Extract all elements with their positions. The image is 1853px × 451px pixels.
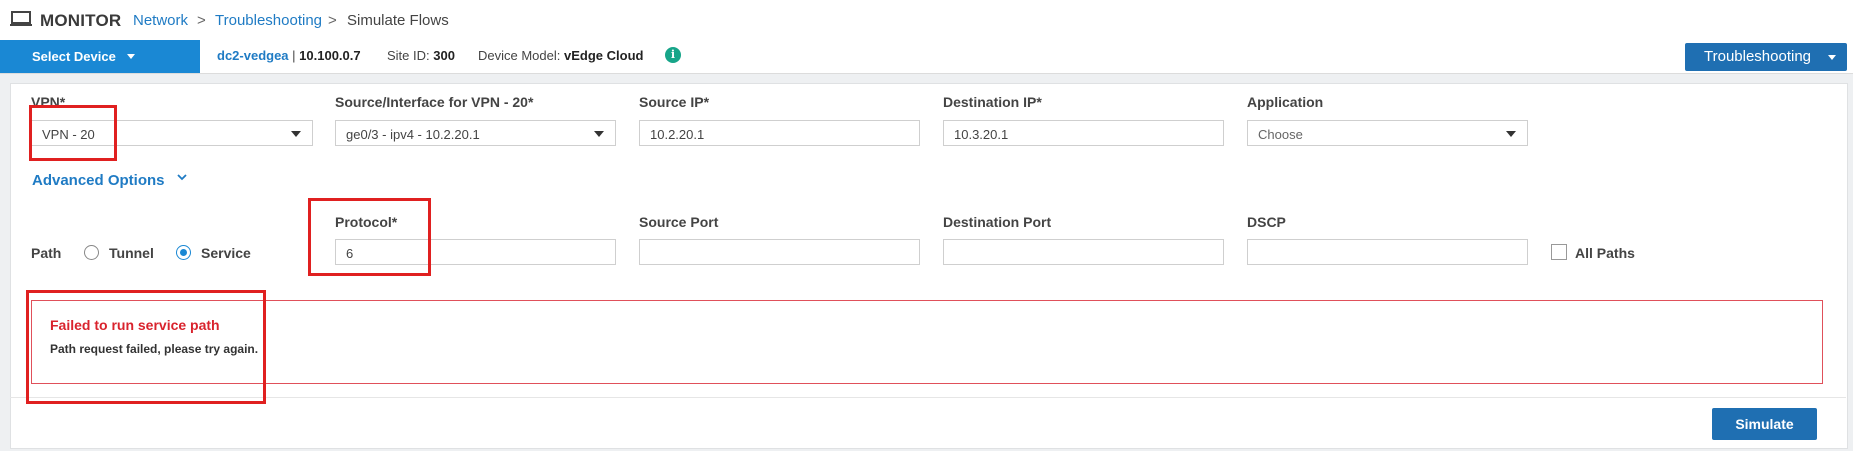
site-id-label: Site ID: [387,48,430,63]
advanced-options-toggle[interactable]: Advanced Options [32,172,165,189]
source-interface-select[interactable]: ge0/3 - ipv4 - 10.2.20.1 [335,120,616,146]
troubleshooting-label: Troubleshooting [1704,48,1812,65]
all-paths-label[interactable]: All Paths [1575,245,1635,261]
vpn-select[interactable]: VPN - 20 [31,120,313,146]
dropdown-caret-icon [1506,131,1516,137]
destination-ip-value: 10.3.20.1 [954,127,1009,142]
breadcrumb-network[interactable]: Network [133,12,188,29]
path-tunnel-radio[interactable] [84,245,99,260]
breadcrumb-troubleshooting[interactable]: Troubleshooting [215,12,322,29]
path-service-label[interactable]: Service [201,245,251,261]
source-interface-label: Source/Interface for VPN - 20* [335,94,534,110]
dropdown-caret-icon [291,131,301,137]
source-port-label: Source Port [639,214,719,230]
top-bar: MONITOR Network > Troubleshooting > Simu… [0,0,1853,41]
source-port-input[interactable] [639,239,920,265]
vpn-select-value: VPN - 20 [42,127,95,142]
destination-ip-label: Destination IP* [943,94,1042,110]
device-ip: 10.100.0.7 [299,48,361,63]
dscp-label: DSCP [1247,214,1286,230]
destination-port-input[interactable] [943,239,1224,265]
select-device-label: Select Device [32,49,116,64]
vpn-label: VPN* [31,94,66,110]
path-tunnel-label[interactable]: Tunnel [109,245,154,261]
path-service-radio[interactable] [176,245,191,260]
protocol-label: Protocol* [335,214,398,230]
error-message: Path request failed, please try again. [50,342,259,356]
source-ip-label: Source IP* [639,94,710,110]
all-paths-checkbox[interactable] [1551,244,1567,260]
device-model-value: vEdge Cloud [564,48,644,63]
monitor-icon [10,11,32,26]
footer-divider [10,397,1846,398]
application-select[interactable]: Choose [1247,120,1528,146]
source-interface-value: ge0/3 - ipv4 - 10.2.20.1 [346,127,480,142]
application-label: Application [1247,94,1324,110]
device-model-label: Device Model: [478,48,561,63]
source-ip-value: 10.2.20.1 [650,127,705,142]
troubleshooting-dropdown-button[interactable]: Troubleshooting [1685,43,1847,71]
chevron-down-icon [127,54,135,59]
section-title: MONITOR [40,11,122,30]
breadcrumb-separator: > [197,12,206,29]
device-hostname-link[interactable]: dc2-vedgea [217,48,289,63]
select-device-button[interactable]: Select Device [0,40,200,73]
destination-ip-input[interactable]: 10.3.20.1 [943,120,1224,146]
device-bar: Select Device dc2-vedgea | 10.100.0.7 Si… [0,40,1853,74]
breadcrumb-separator: > [328,12,337,29]
protocol-input[interactable]: 6 [335,239,616,265]
dropdown-caret-icon [594,131,604,137]
simulate-button[interactable]: Simulate [1712,408,1817,440]
dscp-input[interactable] [1247,239,1528,265]
source-ip-input[interactable]: 10.2.20.1 [639,120,920,146]
application-select-value: Choose [1258,127,1303,142]
error-alert [31,300,1823,384]
site-id-value: 300 [433,48,455,63]
breadcrumb-current: Simulate Flows [347,12,449,29]
chevron-down-icon[interactable] [177,172,187,182]
destination-port-label: Destination Port [943,214,1052,230]
info-icon[interactable]: i [665,47,681,63]
protocol-value: 6 [346,246,354,261]
error-title: Failed to run service path [50,317,220,333]
path-label: Path [31,245,62,261]
chevron-down-icon [1828,55,1836,60]
